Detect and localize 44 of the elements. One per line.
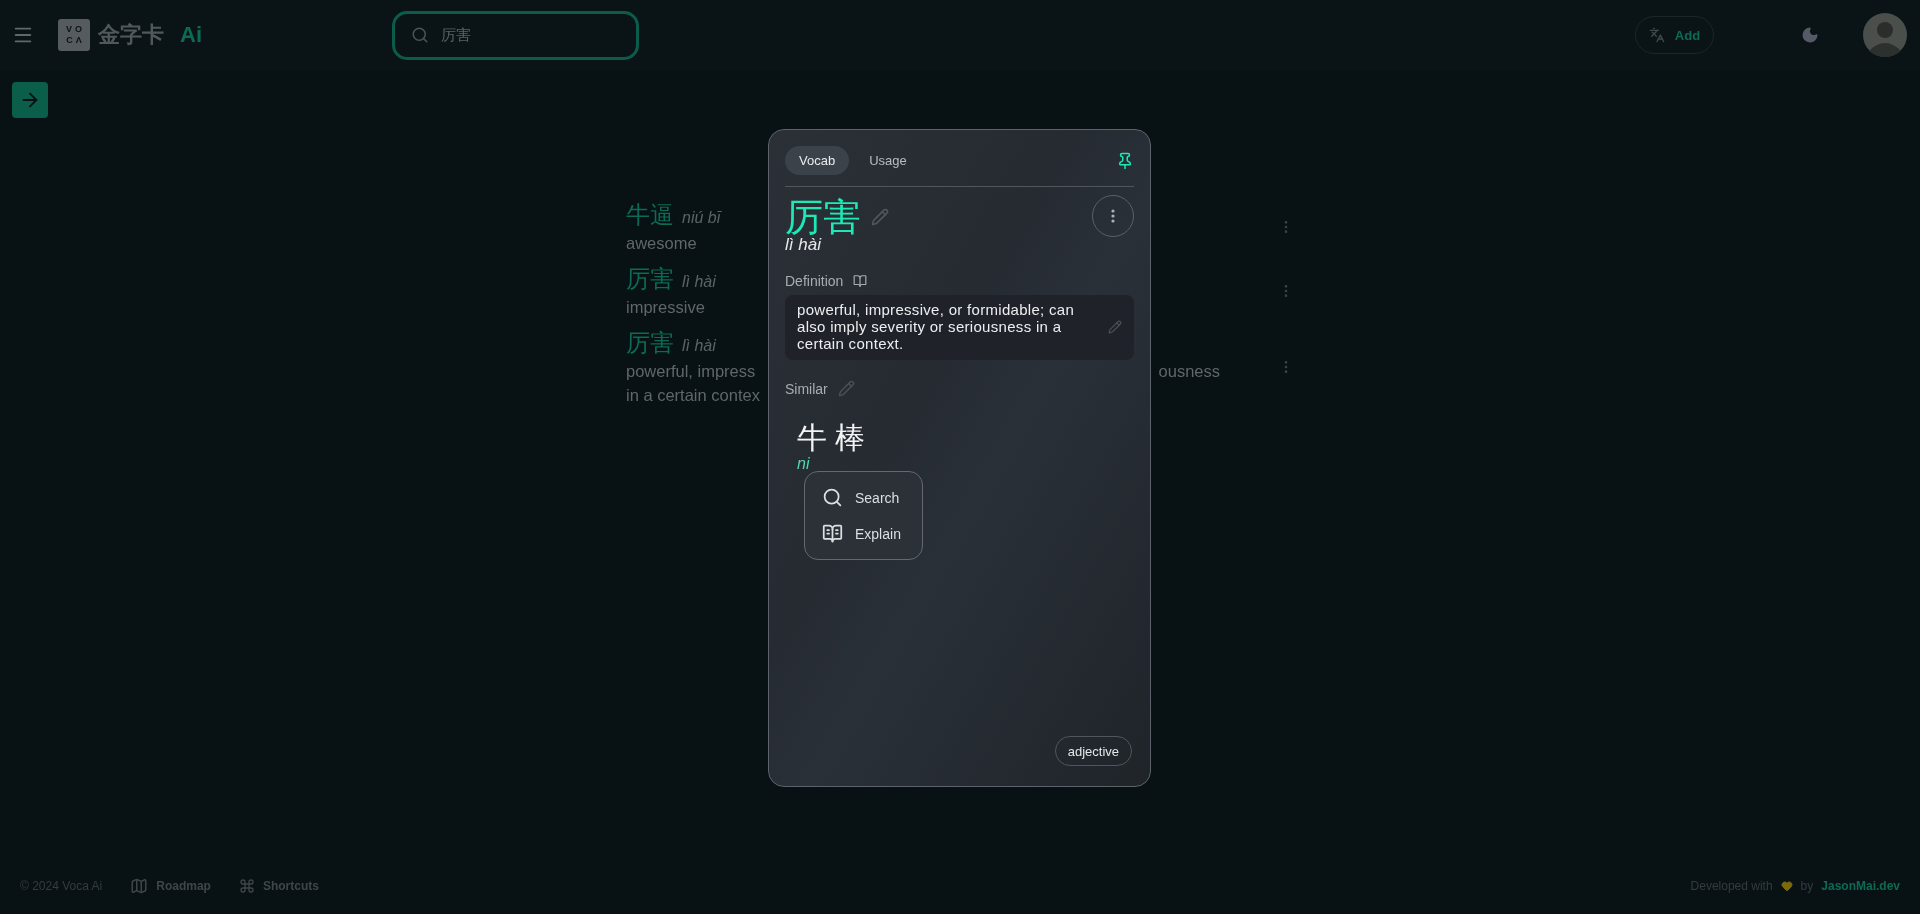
book-icon[interactable] (853, 274, 868, 288)
translate-icon (1648, 27, 1665, 43)
command-icon (238, 878, 255, 894)
similar-word[interactable]: 牛 棒 (797, 419, 1134, 457)
word-pinyin: lì hài (682, 273, 716, 291)
tab[interactable]: Usage (855, 146, 921, 175)
search-icon (411, 26, 429, 44)
logo: VO CΛ (58, 19, 90, 51)
word-meaning: impressive (626, 297, 705, 318)
brand-name: 金字卡 (98, 21, 164, 49)
tab[interactable]: Vocab (785, 146, 850, 175)
arrow-button[interactable] (12, 82, 48, 118)
avatar[interactable] (1863, 13, 1907, 57)
definition-text: powerful, impressive, or formidable; can also imply severity or seriousness in a certain context. (797, 301, 1076, 352)
more-icon (1111, 209, 1115, 223)
word-pinyin: niú bī (682, 209, 721, 227)
word-pinyin: lì hài (785, 235, 823, 255)
menu-item[interactable]: Explain (822, 518, 908, 549)
word-pinyin: lì hài (682, 337, 716, 355)
word-hanzi: 牛逼 (626, 200, 674, 230)
map-icon (130, 877, 149, 895)
search-icon (822, 487, 843, 508)
similar-pinyin: ni (797, 457, 811, 471)
definition-label: Definition (785, 273, 844, 289)
book-icon (822, 523, 843, 544)
heart-icon (1780, 880, 1793, 892)
word-meaning: ousness (1158, 361, 1220, 382)
menu-item[interactable]: Search (822, 482, 908, 513)
brand-suffix: Ai (180, 22, 202, 48)
word-meaning: awesome (626, 233, 697, 254)
similar-label: Similar (785, 380, 828, 397)
search-input[interactable]: 厉害 (439, 13, 620, 57)
search-field[interactable]: 厉害 (392, 10, 639, 60)
moon-icon[interactable] (1801, 26, 1819, 44)
word-hanzi: 厉害 (626, 328, 674, 358)
author-link[interactable]: JasonMai.dev (1821, 879, 1900, 893)
pencil-icon[interactable] (837, 380, 855, 397)
word-hanzi: 厉害 (626, 264, 674, 294)
word-meaning: in a certain contex (626, 385, 760, 406)
word-meaning: powerful, impress (626, 361, 756, 382)
pin-icon[interactable] (1116, 151, 1134, 170)
pencil-icon[interactable] (871, 208, 889, 226)
word-title: 厉害 (785, 195, 861, 238)
pencil-icon[interactable] (1108, 319, 1122, 334)
